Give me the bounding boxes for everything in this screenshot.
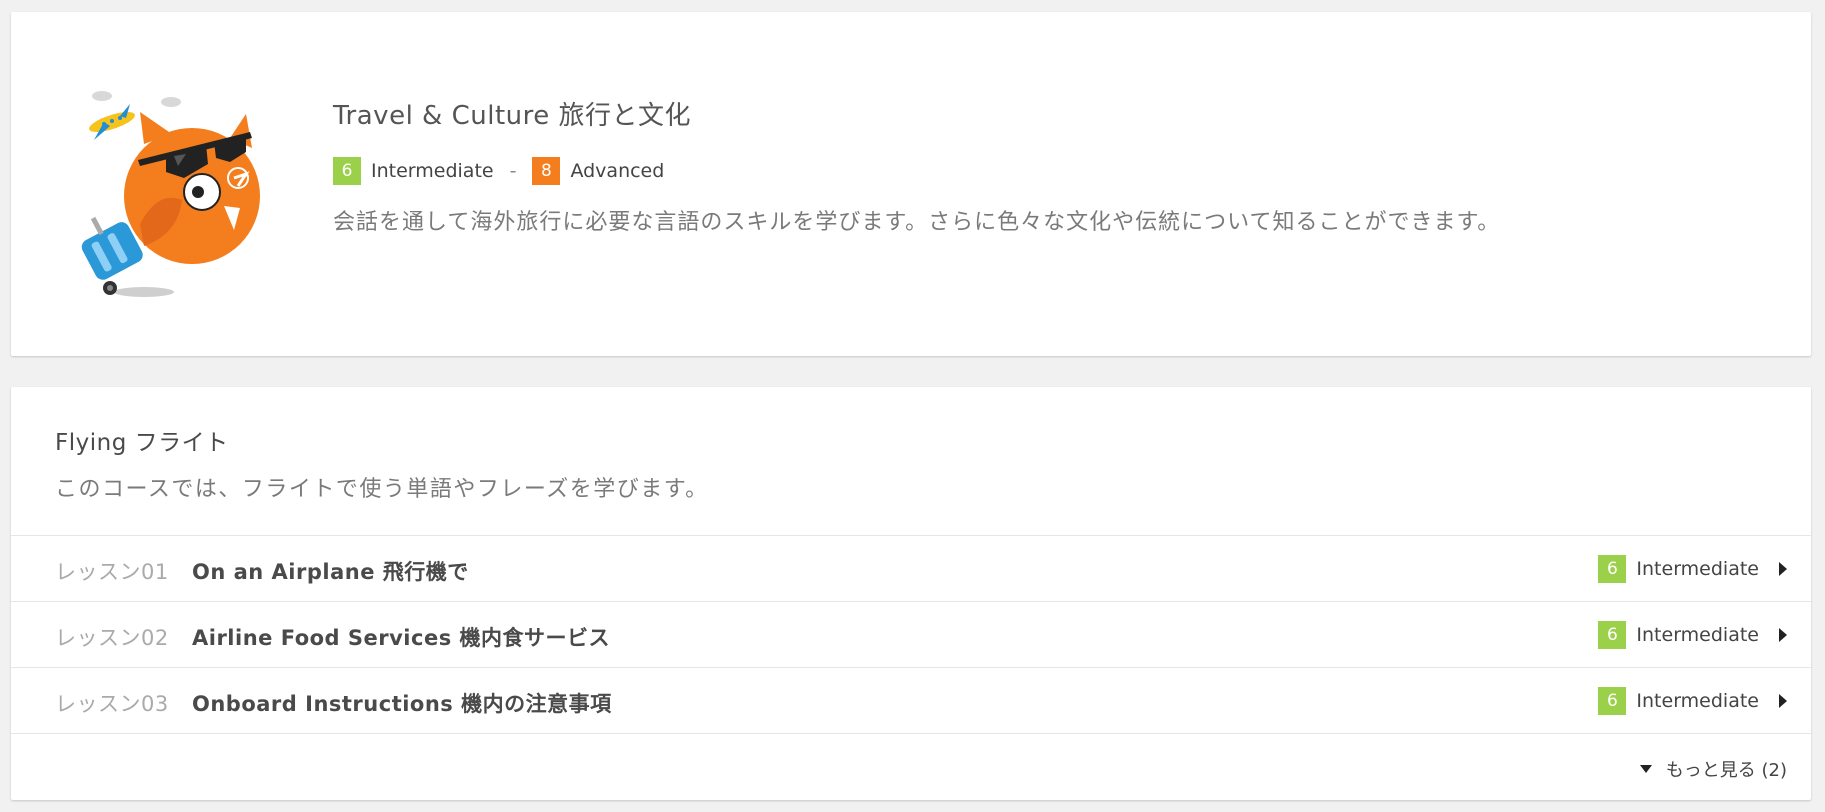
lesson-level: 6 Intermediate xyxy=(1598,555,1787,583)
level-range: 6 Intermediate - 8 Advanced xyxy=(333,157,664,185)
lesson-row[interactable]: レッスン02 Airline Food Services 機内食サービス 6 I… xyxy=(11,601,1811,668)
show-more-button[interactable]: もっと見る (2) xyxy=(1639,756,1787,782)
lesson-number: レッスン03 xyxy=(55,692,169,716)
course-group-title: Travel & Culture 旅行と文化 xyxy=(333,101,692,131)
level-badge-to: 8 xyxy=(532,157,561,185)
lesson-title[interactable]: Onboard Instructions 機内の注意事項 xyxy=(192,688,612,718)
level-label-to: Advanced xyxy=(570,160,665,182)
lesson-row[interactable]: レッスン01 On an Airplane 飛行機で 6 Intermediat… xyxy=(11,535,1811,602)
show-more-row: もっと見る (2) xyxy=(11,733,1811,800)
level-label: Intermediate xyxy=(1636,624,1759,646)
lesson-number: レッスン02 xyxy=(55,626,169,650)
lesson-number: レッスン01 xyxy=(55,560,169,584)
course-group-card: Travel & Culture 旅行と文化 6 Intermediate - … xyxy=(11,12,1811,356)
chevron-right-icon[interactable] xyxy=(1779,562,1787,576)
show-more-label: もっと見る (2) xyxy=(1665,760,1787,781)
caret-down-icon xyxy=(1639,765,1652,773)
lesson-level: 6 Intermediate xyxy=(1598,621,1787,649)
level-badge: 6 xyxy=(1598,621,1627,649)
chevron-right-icon[interactable] xyxy=(1779,628,1787,642)
level-badge-from: 6 xyxy=(333,157,361,185)
course-card: Flying フライト このコースでは、フライトで使う単語やフレーズを学びます。… xyxy=(11,387,1811,800)
course-group-description: 会話を通して海外旅行に必要な言語のスキルを学びます。さらに色々な文化や伝統につい… xyxy=(333,210,1501,235)
chevron-right-icon[interactable] xyxy=(1779,694,1787,708)
level-separator: - xyxy=(509,160,517,182)
owl-traveler-mascot-icon xyxy=(81,91,260,297)
level-badge: 6 xyxy=(1598,555,1627,583)
course-description: このコースでは、フライトで使う単語やフレーズを学びます。 xyxy=(55,477,709,502)
course-title: Flying フライト xyxy=(55,430,229,456)
level-label-from: Intermediate xyxy=(371,160,494,182)
level-label: Intermediate xyxy=(1636,558,1759,580)
lesson-row[interactable]: レッスン03 Onboard Instructions 機内の注意事項 6 In… xyxy=(11,667,1811,734)
level-badge: 6 xyxy=(1598,687,1627,715)
level-label: Intermediate xyxy=(1636,690,1759,712)
lesson-title[interactable]: On an Airplane 飛行機で xyxy=(192,556,469,586)
lesson-title[interactable]: Airline Food Services 機内食サービス xyxy=(192,622,610,652)
lesson-level: 6 Intermediate xyxy=(1598,687,1787,715)
